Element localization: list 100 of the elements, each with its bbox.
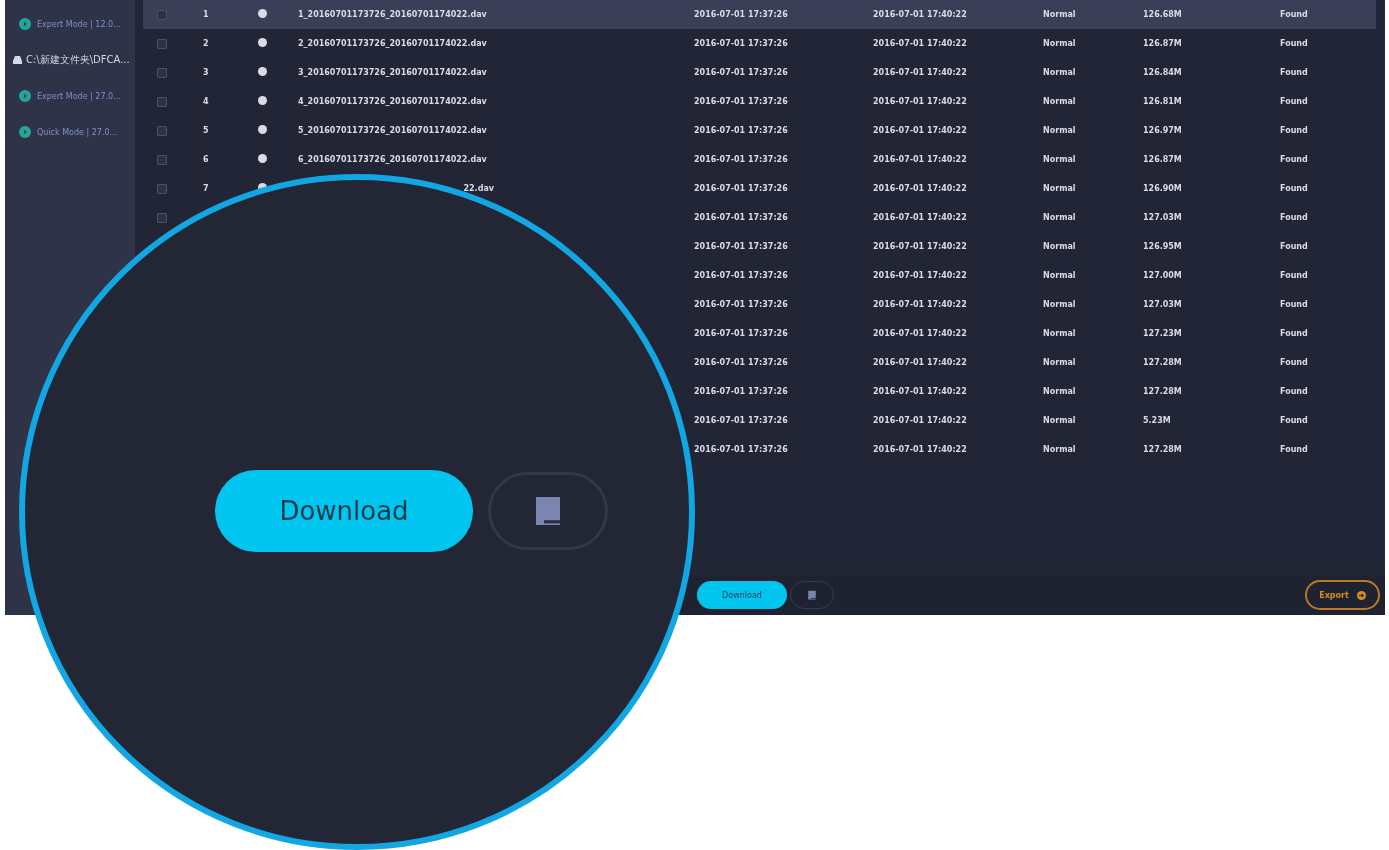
- file-name: 6_20160701173726_20160701174022.dav: [298, 155, 487, 164]
- table-row[interactable]: 2 2_20160701173726_20160701174022.dav 2016-07-01 17:37:26 2016-07-01 17:40:22 Normal 126.87M Found: [143, 29, 1376, 58]
- created-time: 2016-07-01 17:37:26: [694, 213, 788, 222]
- modified-time: 2016-07-01 17:40:22: [873, 445, 967, 454]
- file-size: 127.28M: [1143, 445, 1182, 454]
- table-row[interactable]: 2016-07-01 17:37:26 2016-07-01 17:40:22 Normal 126.95M Found: [694, 232, 1376, 261]
- file-size: 127.23M: [1143, 329, 1182, 338]
- file-size: 127.00M: [1143, 271, 1182, 280]
- table-row[interactable]: 4 4_20160701173726_20160701174022.dav 2016-07-01 17:37:26 2016-07-01 17:40:22 Normal 126.81M Found: [143, 87, 1376, 116]
- created-time: 2016-07-01 17:37:26: [694, 242, 788, 251]
- file-type: Normal: [1043, 68, 1076, 77]
- file-status: Found: [1280, 387, 1308, 396]
- file-size: 126.84M: [1143, 68, 1182, 77]
- created-time: 2016-07-01 17:37:26: [694, 68, 788, 77]
- file-size: 126.87M: [1143, 39, 1182, 48]
- file-size: 127.28M: [1143, 387, 1182, 396]
- row-number: 5: [203, 126, 209, 135]
- modified-time: 2016-07-01 17:40:22: [873, 387, 967, 396]
- table-row[interactable]: 2016-07-01 17:37:26 2016-07-01 17:40:22 Normal 126.90M Found: [694, 174, 1376, 203]
- export-button[interactable]: Export: [1305, 580, 1380, 610]
- table-row[interactable]: 6 6_20160701173726_20160701174022.dav 2016-07-01 17:37:26 2016-07-01 17:40:22 Normal 126.87M Found: [143, 145, 1376, 174]
- file-size: 126.95M: [1143, 242, 1182, 251]
- sidebar-item-label[interactable]: Expert Mode | 27.0...: [37, 91, 121, 101]
- modified-time: 2016-07-01 17:40:22: [873, 329, 967, 338]
- file-size: 126.87M: [1143, 155, 1182, 164]
- file-size: 127.03M: [1143, 213, 1182, 222]
- created-time: 2016-07-01 17:37:26: [694, 445, 788, 454]
- file-status: Found: [1280, 126, 1308, 135]
- table-row[interactable]: 2016-07-01 17:37:26 2016-07-01 17:40:22 Normal 127.03M Found: [694, 203, 1376, 232]
- table-row[interactable]: 2016-07-01 17:37:26 2016-07-01 17:40:22 Normal 127.23M Found: [694, 319, 1376, 348]
- file-status: Found: [1280, 184, 1308, 193]
- modified-time: 2016-07-01 17:40:22: [873, 39, 967, 48]
- created-time: 2016-07-01 17:37:26: [694, 126, 788, 135]
- row-number: 3: [203, 68, 209, 77]
- modified-time: 2016-07-01 17:40:22: [873, 300, 967, 309]
- row-number: 6: [203, 155, 209, 164]
- modified-time: 2016-07-01 17:40:22: [873, 242, 967, 251]
- sidebar-item-label[interactable]: C:\新建文件夹\DFCA...: [26, 53, 130, 67]
- file-type: Normal: [1043, 387, 1076, 396]
- table-row[interactable]: 2016-07-01 17:37:26 2016-07-01 17:40:22 Normal 127.28M Found: [694, 348, 1376, 377]
- file-name: 1_20160701173726_20160701174022.dav: [298, 10, 487, 19]
- file-type: Normal: [1043, 10, 1076, 19]
- file-type: Normal: [1043, 358, 1076, 367]
- modified-time: 2016-07-01 17:40:22: [873, 155, 967, 164]
- sidebar-item-label[interactable]: Quick Mode | 27.0...: [37, 127, 118, 137]
- created-time: 2016-07-01 17:37:26: [694, 387, 788, 396]
- table-row[interactable]: 3 3_20160701173726_20160701174022.dav 2016-07-01 17:37:26 2016-07-01 17:40:22 Normal 126.84M Found: [143, 58, 1376, 87]
- file-size: 126.90M: [1143, 184, 1182, 193]
- file-type: Normal: [1043, 271, 1076, 280]
- download-button[interactable]: Download: [215, 470, 473, 552]
- file-type: Normal: [1043, 97, 1076, 106]
- modified-time: 2016-07-01 17:40:22: [873, 271, 967, 280]
- row-number: 2: [203, 39, 209, 48]
- file-size: 126.68M: [1143, 10, 1182, 19]
- table-row[interactable]: 5 5_20160701173726_20160701174022.dav 2016-07-01 17:37:26 2016-07-01 17:40:22 Normal 126.97M Found: [143, 116, 1376, 145]
- file-type: Normal: [1043, 242, 1076, 251]
- table-row[interactable]: 2016-07-01 17:37:26 2016-07-01 17:40:22 Normal 127.03M Found: [694, 290, 1376, 319]
- file-status: Found: [1280, 358, 1308, 367]
- modified-time: 2016-07-01 17:40:22: [873, 416, 967, 425]
- modified-time: 2016-07-01 17:40:22: [873, 10, 967, 19]
- file-status: Found: [1280, 300, 1308, 309]
- file-type: Normal: [1043, 184, 1076, 193]
- table-row[interactable]: 1 1_20160701173726_20160701174022.dav 2016-07-01 17:37:26 2016-07-01 17:40:22 Normal 126.68M Found: [143, 0, 1376, 29]
- table-row[interactable]: 2016-07-01 17:37:26 2016-07-01 17:40:22 Normal 127.28M Found: [694, 377, 1376, 406]
- file-status: Found: [1280, 68, 1308, 77]
- row-number: 4: [203, 97, 209, 106]
- file-status: Found: [1280, 10, 1308, 19]
- modified-time: 2016-07-01 17:40:22: [873, 358, 967, 367]
- created-time: 2016-07-01 17:37:26: [694, 97, 788, 106]
- file-size: 127.28M: [1143, 358, 1182, 367]
- file-type: Normal: [1043, 126, 1076, 135]
- modified-time: 2016-07-01 17:40:22: [873, 213, 967, 222]
- created-time: 2016-07-01 17:37:26: [694, 329, 788, 338]
- row-number: 1: [203, 10, 209, 19]
- modified-time: 2016-07-01 17:40:22: [873, 126, 967, 135]
- table-row[interactable]: 2016-07-01 17:37:26 2016-07-01 17:40:22 Normal 127.00M Found: [694, 261, 1376, 290]
- file-status: Found: [1280, 39, 1308, 48]
- table-row[interactable]: 2016-07-01 17:37:26 2016-07-01 17:40:22 Normal 5.23M Found: [694, 406, 1376, 435]
- table-row[interactable]: 2016-07-01 17:37:26 2016-07-01 17:40:22 Normal 127.28M Found: [694, 435, 1376, 464]
- file-name: 22.dav: [463, 184, 495, 193]
- download-button[interactable]: Download: [697, 581, 787, 609]
- file-name: 2_20160701173726_20160701174022.dav: [298, 39, 487, 48]
- file-type: Normal: [1043, 155, 1076, 164]
- row-number: 7: [203, 184, 209, 193]
- modified-time: 2016-07-01 17:40:22: [873, 184, 967, 193]
- file-size: 127.03M: [1143, 300, 1182, 309]
- file-size: 5.23M: [1143, 416, 1171, 425]
- file-type: Normal: [1043, 213, 1076, 222]
- created-time: 2016-07-01 17:37:26: [694, 416, 788, 425]
- file-name: 4_20160701173726_20160701174022.dav: [298, 97, 487, 106]
- sidebar-item-label[interactable]: Expert Mode | 12.0...: [37, 19, 121, 29]
- created-time: 2016-07-01 17:37:26: [694, 358, 788, 367]
- file-status: Found: [1280, 97, 1308, 106]
- file-type: Normal: [1043, 329, 1076, 338]
- created-time: 2016-07-01 17:37:26: [694, 271, 788, 280]
- file-status: Found: [1280, 155, 1308, 164]
- file-status: Found: [1280, 416, 1308, 425]
- modified-time: 2016-07-01 17:40:22: [873, 68, 967, 77]
- file-status: Found: [1280, 213, 1308, 222]
- file-status: Found: [1280, 445, 1308, 454]
